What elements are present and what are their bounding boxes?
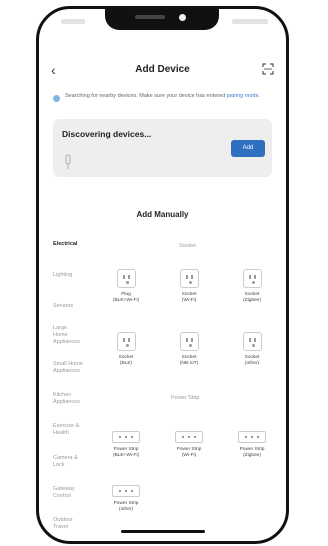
device-label: Power Strip (BLE+Wi-Fi)	[104, 447, 148, 459]
device-protocol: (Zigbee)	[243, 298, 261, 303]
device-label: Socket (other)	[230, 355, 274, 367]
device-protocol: (BLE+Wi-Fi)	[112, 453, 140, 458]
status-icons	[232, 19, 268, 24]
phone-frame: ‹ Add Device Searching for nearby device…	[36, 6, 289, 544]
socket-icon	[116, 332, 136, 351]
socket-icon	[242, 269, 262, 288]
category-large-home-appliances[interactable]: Large Home Appliances	[53, 325, 80, 346]
device-protocol: (NB-IoT)	[179, 361, 199, 366]
device-protocol: (Zigbee)	[243, 453, 261, 458]
status-time	[61, 19, 85, 24]
device-protocol: (Wi-Fi)	[181, 298, 197, 303]
page-title: Add Device	[135, 64, 190, 75]
socket-icon	[179, 269, 199, 288]
device-tile[interactable]: Power Strip (BLE+Wi-Fi)	[104, 431, 148, 459]
device-tile[interactable]: Plug (BLE+Wi-Fi)	[104, 269, 148, 304]
add-manually-heading: Add Manually	[136, 210, 189, 219]
device-tile[interactable]: Power Strip (other)	[104, 485, 148, 513]
pairing-mode-link[interactable]: pairing mode	[227, 93, 259, 99]
section-power-strip: Power Strip	[171, 395, 200, 401]
section-socket: Socket	[179, 243, 196, 249]
socket-icon	[116, 269, 136, 288]
device-protocol: (Wi-Fi)	[181, 453, 197, 458]
category-lighting[interactable]: Lighting	[53, 272, 72, 279]
device-label: Socket (NB-IoT)	[167, 355, 211, 367]
device-tile[interactable]: Socket (other)	[230, 332, 274, 367]
device-tile[interactable]: Socket (BLE)	[104, 332, 148, 367]
device-protocol: (BLE+Wi-Fi)	[112, 298, 140, 303]
device-icon	[65, 154, 71, 169]
nav-bar: ‹ Add Device	[39, 61, 286, 81]
device-protocol: (other)	[118, 507, 134, 512]
device-label: Power Strip (other)	[104, 501, 148, 513]
device-tile[interactable]: Socket (Zigbee)	[230, 269, 274, 304]
search-notice: Searching for nearby devices. Make sure …	[53, 91, 272, 113]
home-indicator[interactable]	[121, 530, 205, 533]
device-tile[interactable]: Socket (Wi-Fi)	[167, 269, 211, 304]
category-sensors[interactable]: Sensors	[53, 303, 73, 310]
status-bar	[39, 19, 286, 31]
category-electrical[interactable]: Electrical	[53, 241, 77, 248]
category-camera-lock[interactable]: Camera & Lock	[53, 455, 83, 469]
device-tile[interactable]: Socket (NB-IoT)	[167, 332, 211, 367]
power-strip-icon	[175, 431, 203, 443]
device-protocol: (other)	[244, 361, 260, 366]
device-tile[interactable]: Power Strip (Wi-Fi)	[167, 431, 211, 459]
category-outdoor-travel[interactable]: Outdoor Travel	[53, 517, 83, 531]
device-protocol: (BLE)	[119, 361, 133, 366]
device-label: Power Strip (Wi-Fi)	[167, 447, 211, 459]
notice-message: Searching for nearby devices. Make sure …	[65, 93, 227, 99]
device-tile[interactable]: Power Strip (Zigbee)	[230, 431, 274, 459]
category-exercise-health[interactable]: Exercise & Health	[53, 423, 83, 437]
power-strip-icon	[238, 431, 266, 443]
category-gateway-control[interactable]: Gateway Control	[53, 486, 83, 500]
category-kitchen-appliances[interactable]: Kitchen Appliances	[53, 392, 89, 406]
scan-icon[interactable]	[262, 63, 274, 75]
socket-icon	[242, 332, 262, 351]
device-label: Socket (Wi-Fi)	[167, 292, 211, 304]
bluetooth-icon	[53, 95, 60, 102]
power-strip-icon	[112, 431, 140, 443]
add-button[interactable]: Add	[231, 140, 265, 157]
category-small-home-appliances[interactable]: Small Home Appliances	[53, 361, 93, 375]
discovery-title: Discovering devices...	[62, 129, 152, 139]
device-label: Socket (Zigbee)	[230, 292, 274, 304]
device-label: Power Strip (Zigbee)	[230, 447, 274, 459]
socket-icon	[179, 332, 199, 351]
device-label: Plug (BLE+Wi-Fi)	[104, 292, 148, 304]
notice-suffix: .	[258, 93, 261, 99]
device-label: Socket (BLE)	[104, 355, 148, 367]
discovery-card: Discovering devices... Add	[53, 119, 272, 177]
notice-text: Searching for nearby devices. Make sure …	[65, 93, 272, 100]
power-strip-icon	[112, 485, 140, 497]
